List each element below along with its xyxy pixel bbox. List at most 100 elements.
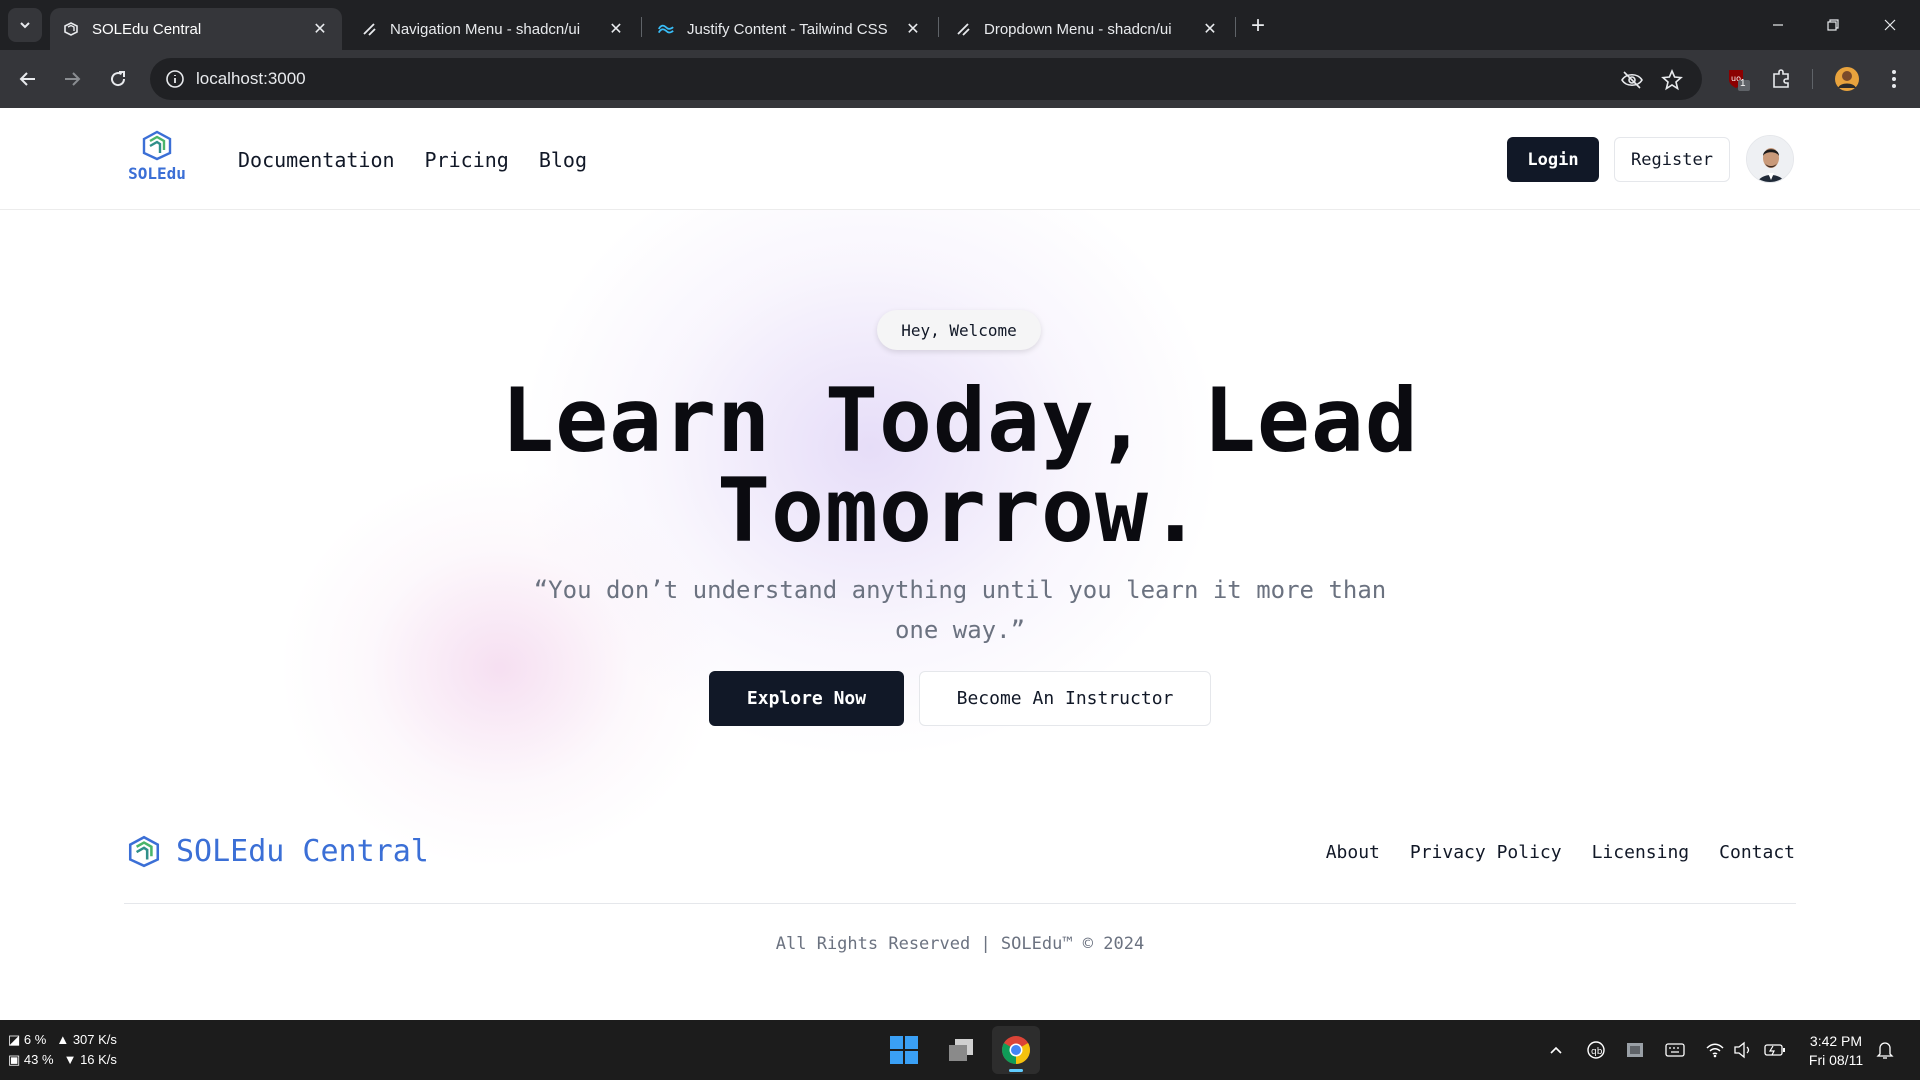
footer-link-privacy-policy[interactable]: Privacy Policy	[1410, 842, 1562, 863]
cpu-value: 6 %	[23, 1032, 47, 1047]
download-arrow-icon: ▼	[63, 1052, 77, 1067]
footer-divider	[124, 903, 1796, 904]
soledu-logo-icon	[128, 835, 160, 868]
address-bar[interactable]: localhost:3000	[150, 58, 1702, 100]
browser-menu-button[interactable]	[1880, 65, 1908, 93]
browser-toolbar: localhost:3000 uo 1	[0, 50, 1920, 108]
hero-quote: “You don’t understand anything until you…	[533, 576, 1387, 644]
upload-value: 307 K/s	[72, 1032, 117, 1047]
download-value: 16 K/s	[80, 1052, 117, 1067]
hero-title-line2: Tomorrow.	[717, 459, 1203, 562]
cpu-usage: ◪ 6 %	[8, 1030, 46, 1050]
page-viewport: SOLEdu Documentation Pricing Blog Login …	[0, 108, 1920, 1020]
tab-separator	[938, 17, 939, 37]
plus-icon: +	[1250, 12, 1265, 39]
close-tab-icon[interactable]: ✕	[1200, 19, 1220, 39]
task-view-button[interactable]	[937, 1026, 985, 1074]
app-tray-icon[interactable]	[1623, 1038, 1647, 1062]
footer-link-about[interactable]: About	[1326, 842, 1380, 863]
tab-title: SOLEdu Central	[92, 20, 202, 38]
restore-icon	[1827, 19, 1839, 31]
register-button[interactable]: Register	[1614, 137, 1730, 182]
restore-button[interactable]	[1813, 10, 1853, 40]
arrow-left-icon	[19, 72, 35, 86]
close-tab-icon[interactable]: ✕	[310, 19, 330, 39]
user-avatar[interactable]	[1746, 135, 1794, 183]
new-tab-button[interactable]: +	[1244, 12, 1272, 40]
system-clock[interactable]: 3:42 PM Fri 08/11	[1800, 1032, 1872, 1070]
cpu-icon: ◪	[8, 1032, 21, 1047]
upload-speed: ▲ 307 K/s	[56, 1030, 117, 1050]
memory-usage: ▣ 43 %	[8, 1050, 54, 1070]
url-text: localhost:3000	[196, 69, 306, 88]
footer-links: About Privacy Policy Licensing Contact	[1326, 842, 1795, 863]
system-stats-widget: ◪ 6 % ▲ 307 K/s ▣ 43 % ▼ 16 K/s	[8, 1030, 117, 1070]
copyright-text: All Rights Reserved | SOLEdu™ © 2024	[775, 934, 1145, 954]
nav-link-pricing[interactable]: Pricing	[425, 148, 509, 172]
reload-button[interactable]	[102, 63, 134, 95]
soledu-logo-icon	[62, 20, 80, 38]
become-instructor-button[interactable]: Become An Instructor	[919, 671, 1211, 726]
browser-tab-justify-content[interactable]: Justify Content - Tailwind CSS ✕	[645, 8, 935, 50]
clock-time: 3:42 PM	[1809, 1033, 1863, 1049]
volume-icon[interactable]	[1731, 1038, 1755, 1062]
ublock-extension-icon[interactable]: uo 1	[1724, 65, 1752, 93]
profile-avatar-icon	[1835, 67, 1859, 91]
tab-separator	[1235, 17, 1236, 37]
extension-badge: 1	[1740, 78, 1746, 89]
keyboard-icon[interactable]	[1663, 1038, 1687, 1062]
site-info-icon[interactable]	[162, 66, 188, 92]
forward-button[interactable]	[56, 63, 88, 95]
close-tab-icon[interactable]: ✕	[903, 19, 923, 39]
shadcn-icon	[360, 20, 378, 38]
memory-value: 43 %	[23, 1052, 54, 1067]
site-header: SOLEdu Documentation Pricing Blog Login …	[0, 108, 1920, 210]
wifi-icon[interactable]	[1703, 1038, 1727, 1062]
tab-search-button[interactable]	[8, 8, 42, 42]
tab-title: Navigation Menu - shadcn/ui	[390, 20, 581, 38]
arrow-right-icon	[65, 72, 81, 86]
battery-icon[interactable]	[1763, 1038, 1787, 1062]
chrome-taskbar-button[interactable]	[992, 1026, 1040, 1074]
eye-slash-icon[interactable]	[1620, 68, 1644, 92]
star-icon[interactable]	[1660, 68, 1684, 92]
brand-logo-link[interactable]: SOLEdu	[124, 128, 190, 183]
minimize-button[interactable]	[1758, 10, 1798, 40]
chevron-up-icon[interactable]	[1544, 1038, 1568, 1062]
tailwind-icon	[657, 20, 675, 38]
explore-now-button[interactable]: Explore Now	[709, 671, 904, 726]
brand-name: SOLEdu	[128, 164, 186, 183]
minimize-icon	[1773, 24, 1783, 26]
footer-brand-link[interactable]: SOLEdu Central	[126, 833, 429, 869]
footer-link-licensing[interactable]: Licensing	[1592, 842, 1690, 863]
close-tab-icon[interactable]: ✕	[606, 19, 626, 39]
browser-tab-navigation-menu[interactable]: Navigation Menu - shadcn/ui ✕	[348, 8, 638, 50]
start-button[interactable]	[880, 1026, 928, 1074]
nav-link-blog[interactable]: Blog	[539, 148, 587, 172]
main-nav: Documentation Pricing Blog	[238, 148, 587, 172]
login-button[interactable]: Login	[1507, 137, 1599, 182]
extensions-button[interactable]	[1767, 65, 1795, 93]
profile-avatar-button[interactable]	[1833, 65, 1861, 93]
soledu-logo-icon	[142, 130, 172, 161]
toolbar-divider	[1812, 69, 1813, 89]
back-button[interactable]	[12, 63, 44, 95]
puzzle-icon	[1773, 69, 1789, 88]
qb-tray-icon[interactable]: qb	[1584, 1038, 1608, 1062]
notification-bell-icon[interactable]	[1873, 1038, 1897, 1062]
active-app-indicator	[1009, 1069, 1023, 1072]
footer-brand-name: SOLEdu Central	[176, 833, 429, 869]
welcome-badge: Hey, Welcome	[877, 310, 1041, 350]
tab-title: Dropdown Menu - shadcn/ui	[984, 20, 1172, 38]
browser-tabstrip: SOLEdu Central ✕ Navigation Menu - shadc…	[0, 0, 1920, 50]
windows-taskbar: ◪ 6 % ▲ 307 K/s ▣ 43 % ▼ 16 K/s qb 3:42 …	[0, 1020, 1920, 1080]
tab-separator	[641, 17, 642, 37]
close-window-button[interactable]	[1870, 10, 1910, 40]
chevron-down-icon	[20, 22, 30, 29]
nav-link-documentation[interactable]: Documentation	[238, 148, 395, 172]
browser-tab-soledu[interactable]: SOLEdu Central ✕	[50, 8, 342, 50]
kebab-menu-icon	[1892, 70, 1896, 88]
memory-icon: ▣	[8, 1052, 21, 1067]
browser-tab-dropdown-menu[interactable]: Dropdown Menu - shadcn/ui ✕	[942, 8, 1232, 50]
footer-link-contact[interactable]: Contact	[1719, 842, 1795, 863]
